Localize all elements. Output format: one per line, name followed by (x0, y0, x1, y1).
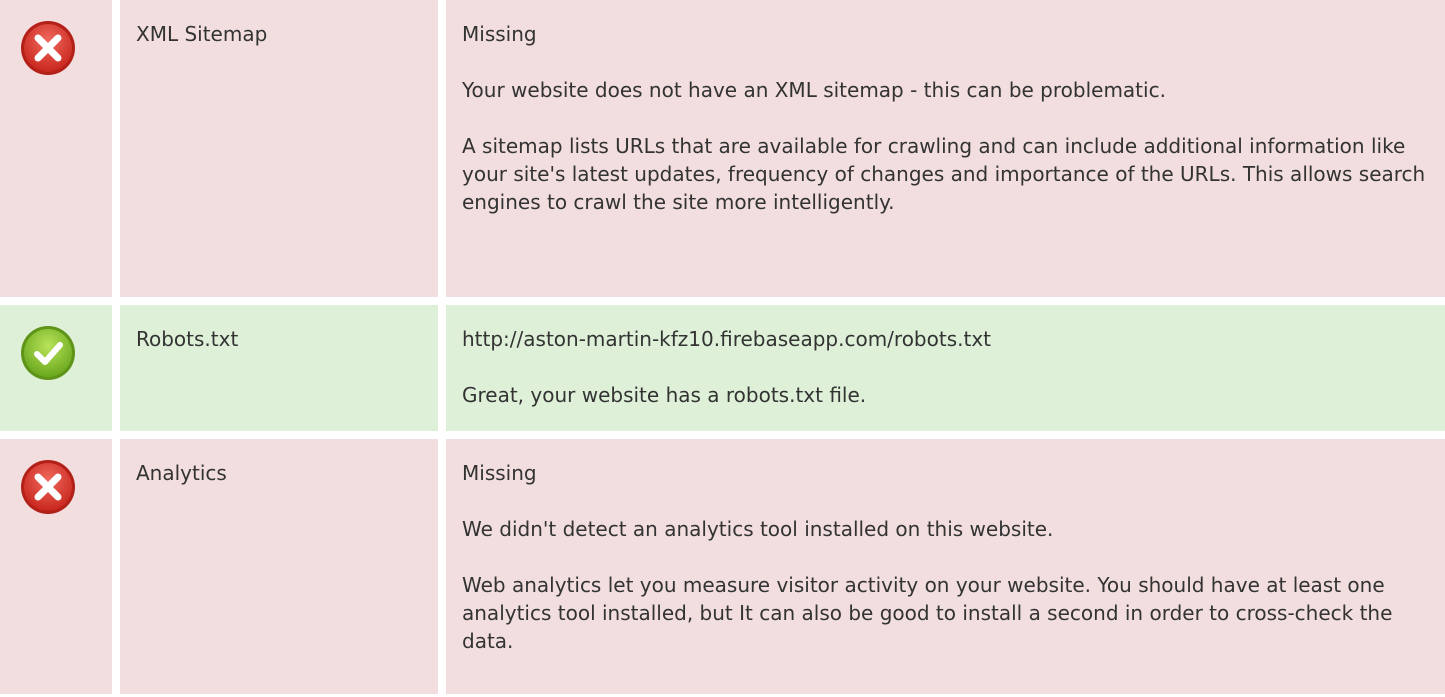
check-value[interactable]: http://aston-martin-kfz10.firebaseapp.co… (462, 325, 1429, 353)
check-row-analytics: Analytics Missing We didn't detect an an… (0, 439, 1445, 694)
check-description: We didn't detect an analytics tool insta… (462, 517, 1054, 541)
check-explanation: A sitemap lists URLs that are available … (462, 134, 1426, 214)
check-description: Your website does not have an XML sitema… (462, 78, 1166, 102)
check-details: http://aston-martin-kfz10.firebaseapp.co… (446, 305, 1445, 431)
check-value: Missing (462, 22, 537, 46)
check-name: XML Sitemap (120, 0, 438, 297)
status-cell (0, 0, 112, 297)
status-cell (0, 305, 112, 431)
check-details: Missing We didn't detect an analytics to… (446, 439, 1445, 694)
success-check-icon (20, 325, 112, 381)
check-name: Robots.txt (120, 305, 438, 431)
error-cross-icon (20, 20, 112, 76)
check-description: Great, your website has a robots.txt fil… (462, 383, 867, 407)
seo-check-table: XML Sitemap Missing Your website does no… (0, 0, 1445, 694)
check-name: Analytics (120, 439, 438, 694)
check-value: Missing (462, 461, 537, 485)
check-row-robots-txt: Robots.txt http://aston-martin-kfz10.fir… (0, 305, 1445, 431)
check-explanation: Web analytics let you measure visitor ac… (462, 573, 1393, 653)
check-row-xml-sitemap: XML Sitemap Missing Your website does no… (0, 0, 1445, 297)
error-cross-icon (20, 459, 112, 515)
check-details: Missing Your website does not have an XM… (446, 0, 1445, 297)
status-cell (0, 439, 112, 694)
